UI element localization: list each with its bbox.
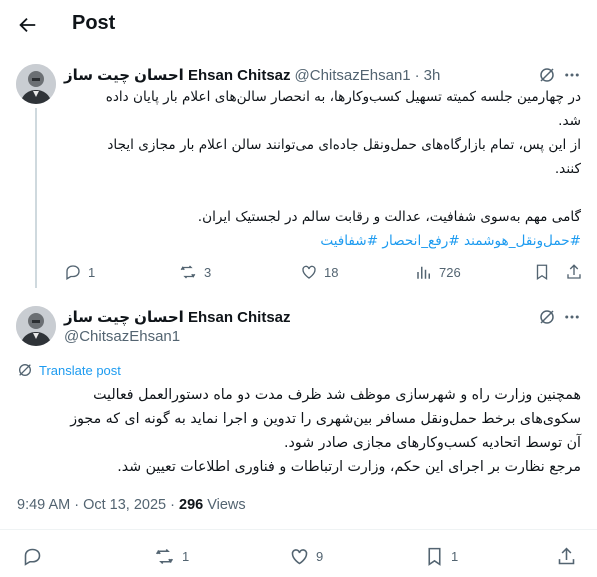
thread-line xyxy=(35,108,37,288)
back-arrow-icon xyxy=(19,17,36,33)
text-line: کنند. xyxy=(554,161,581,177)
views-label: Views xyxy=(203,497,246,513)
bookmark-icon xyxy=(536,264,548,281)
views-icon xyxy=(417,266,430,279)
avatar[interactable] xyxy=(16,306,56,346)
repost-icon xyxy=(180,265,196,279)
reply-author-row: احسان چیت ساز Ehsan Chitsaz @ChitsazEhsa… xyxy=(64,66,441,85)
text-line: مرجع نظارت بر اجرای این حکم، وزارت ارتبا… xyxy=(117,459,581,475)
text-line xyxy=(61,181,581,205)
text-line: همچنین وزارت راه و شهرسازی موظف شد ظرف م… xyxy=(93,387,581,403)
main-tweet-text: همچنین وزارت راه و شهرسازی موظف شد ظرف م… xyxy=(11,383,581,479)
repost-count: 1 xyxy=(182,549,190,564)
post-timestamp[interactable]: 9:49 AM · Oct 13, 2025 · xyxy=(17,497,179,513)
share-button[interactable] xyxy=(556,546,577,567)
like-icon xyxy=(302,265,316,279)
text-line: آن توسط اتحادیه کسب‌وکارهای مجازی صادر ش… xyxy=(284,435,581,451)
like-count: 18 xyxy=(324,264,339,280)
share-button[interactable] xyxy=(565,263,583,281)
reply-button[interactable]: 1 xyxy=(64,263,95,281)
grok-icon[interactable] xyxy=(537,307,557,327)
text-line: از این پس، تمام بازارگاه‌های حمل‌ونقل جا… xyxy=(107,137,581,153)
repost-button[interactable]: 1 xyxy=(153,546,189,567)
top-bar: Post xyxy=(0,0,597,50)
share-icon xyxy=(567,264,581,279)
share-icon xyxy=(558,547,575,565)
text-line: گامی مهم به‌سوی شفافیت، عدالت و رقابت سا… xyxy=(197,209,581,225)
bookmark-button[interactable]: 1 xyxy=(424,546,458,567)
repost-icon xyxy=(155,548,174,565)
back-button[interactable] xyxy=(14,12,40,38)
avatar[interactable] xyxy=(16,64,56,104)
text-line: در چهارمین جلسه کمیته تسهیل کسب‌وکارها، … xyxy=(105,89,581,105)
reply-icon xyxy=(66,265,80,280)
translate-label: Translate post xyxy=(39,362,121,378)
divider xyxy=(0,529,597,530)
author-name[interactable]: احسان چیت ساز Ehsan Chitsaz xyxy=(64,66,291,84)
author-handle[interactable]: @ChitsazEhsan1 xyxy=(295,67,411,84)
more-icon[interactable] xyxy=(562,65,582,85)
repost-count: 3 xyxy=(204,264,212,280)
repost-button[interactable]: 3 xyxy=(178,263,211,281)
text-line: شد. xyxy=(558,113,581,129)
separator: · xyxy=(414,66,420,84)
author-name[interactable]: احسان چیت ساز Ehsan Chitsaz xyxy=(64,308,291,326)
reply-button[interactable] xyxy=(22,546,49,567)
main-author-block: احسان چیت ساز Ehsan Chitsaz @ChitsazEhsa… xyxy=(64,308,291,345)
grok-icon[interactable] xyxy=(537,65,557,85)
bookmark-icon xyxy=(428,547,441,566)
like-count: 9 xyxy=(316,549,324,564)
views-button[interactable]: 726 xyxy=(415,263,461,281)
like-icon xyxy=(291,549,308,565)
hashtags[interactable]: #حمل‌ونقل_هوشمند #رفع_انحصار #شفافیت xyxy=(61,229,581,253)
more-icon[interactable] xyxy=(562,307,582,327)
post-meta: 9:49 AM · Oct 13, 2025 · 296 Views xyxy=(17,497,246,513)
translate-post-link[interactable]: Translate post xyxy=(17,362,121,378)
like-button[interactable]: 9 xyxy=(289,546,323,567)
translate-icon xyxy=(19,364,31,376)
views-count: 726 xyxy=(439,264,461,280)
page-title: Post xyxy=(72,12,116,34)
author-handle[interactable]: @ChitsazEhsan1 xyxy=(64,328,291,345)
reply-tweet-text: در چهارمین جلسه کمیته تسهیل کسب‌وکارها، … xyxy=(61,85,581,253)
views-count: 296 xyxy=(179,497,204,513)
bookmark-count: 1 xyxy=(451,549,459,564)
bookmark-button[interactable] xyxy=(533,263,551,281)
like-button[interactable]: 18 xyxy=(300,263,338,281)
reply-icon xyxy=(24,548,41,566)
post-time[interactable]: 3h xyxy=(424,67,441,84)
reply-count: 1 xyxy=(88,264,96,280)
text-line: سکوی‌های برخط حمل‌ونقل مسافر بین‌شهری را… xyxy=(70,411,581,427)
